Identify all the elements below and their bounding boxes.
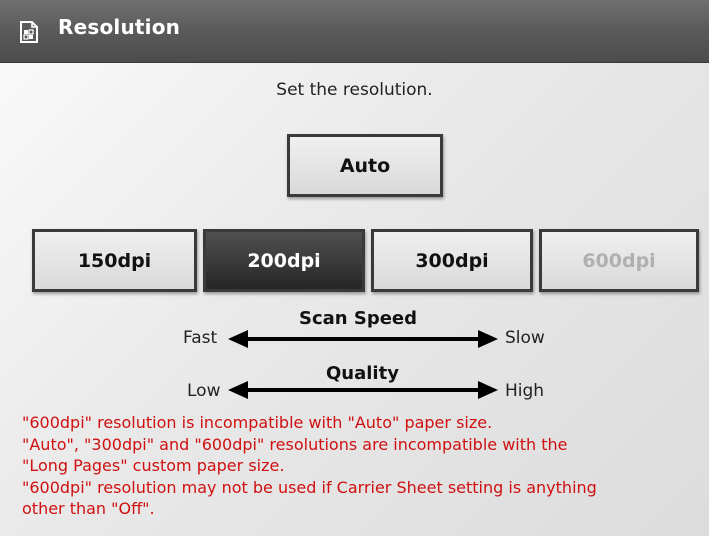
resolution-300dpi-button[interactable]: 300dpi <box>371 229 533 292</box>
scanner-settings-icon <box>20 21 38 43</box>
note-line: "600dpi" resolution is incompatible with… <box>22 413 493 432</box>
auto-button[interactable]: Auto <box>287 134 443 197</box>
instruction-text: Set the resolution. <box>276 80 433 100</box>
scan-speed-slow-label: Slow <box>505 328 545 348</box>
note-line: "Long Pages" custom paper size. <box>22 456 285 475</box>
quality-arrow-icon <box>228 381 498 399</box>
scan-speed-label: Scan Speed <box>299 308 418 329</box>
compatibility-notes: "600dpi" resolution is incompatible with… <box>22 412 709 520</box>
page-title: Resolution <box>58 15 181 39</box>
quality-high-label: High <box>505 381 545 401</box>
title-bar: Resolution <box>0 0 709 63</box>
note-line: other than "Off". <box>22 499 155 518</box>
resolution-600dpi-button[interactable]: 600dpi <box>539 229 699 292</box>
scan-speed-arrow-icon <box>228 330 498 348</box>
note-line: "600dpi" resolution may not be used if C… <box>22 477 597 497</box>
note-line: "Auto", "300dpi" and "600dpi" resolution… <box>22 434 568 454</box>
resolution-200dpi-button[interactable]: 200dpi <box>203 229 365 292</box>
quality-low-label: Low <box>187 381 221 401</box>
scan-speed-fast-label: Fast <box>183 328 218 348</box>
resolution-150dpi-button[interactable]: 150dpi <box>32 229 197 292</box>
